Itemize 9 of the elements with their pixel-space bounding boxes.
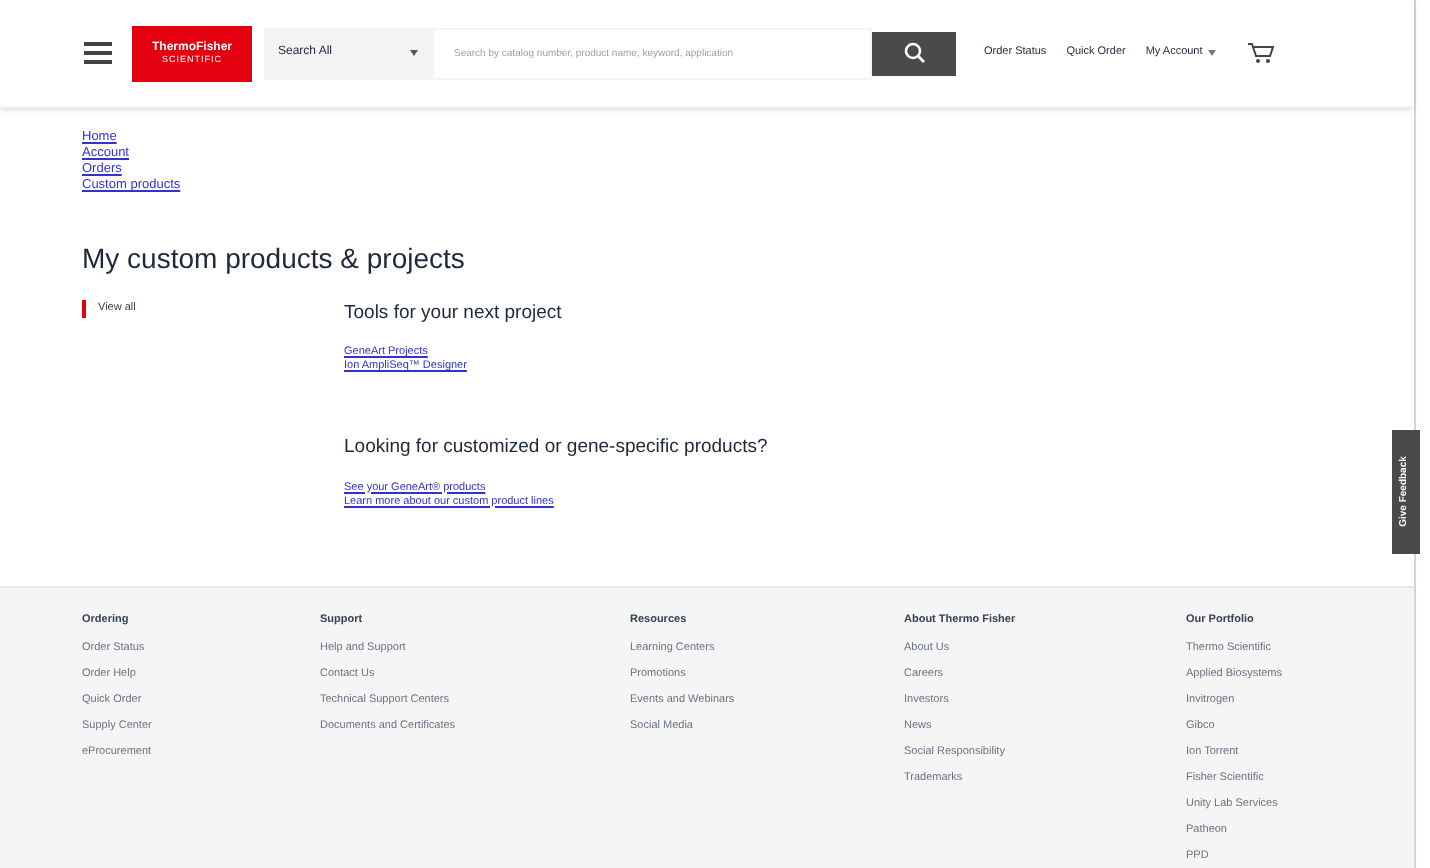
section-heading: Looking for customized or gene-specific products? [344,434,768,463]
section-heading: Tools for your next project [344,300,564,328]
page-title: My custom products & projects [82,240,467,278]
search-button[interactable] [872,31,956,75]
caret-icon [1208,50,1217,56]
cart-icon[interactable] [1248,42,1275,64]
menu-icon[interactable] [84,42,112,64]
caret-icon [410,50,418,56]
search-icon [903,42,925,64]
